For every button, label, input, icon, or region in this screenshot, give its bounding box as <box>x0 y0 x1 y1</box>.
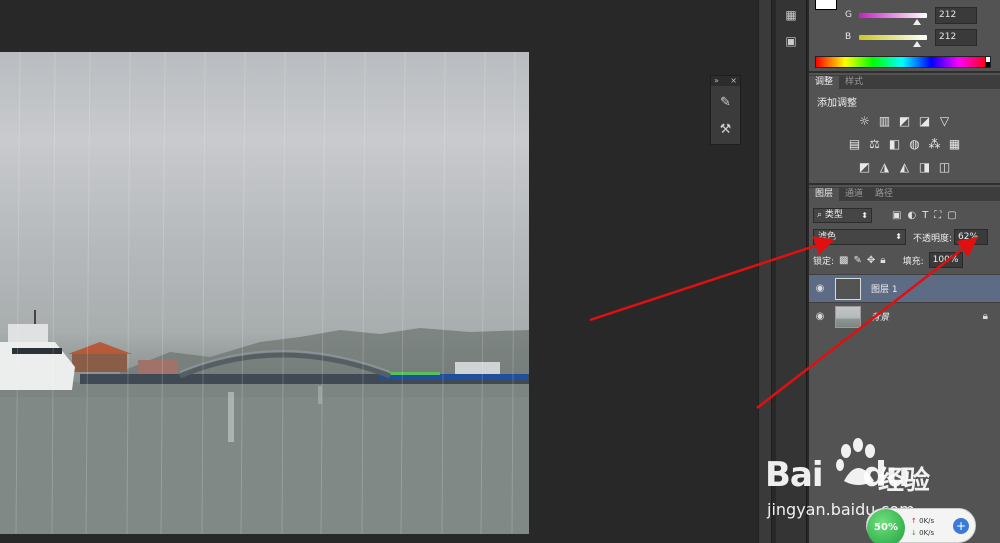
color-lookup-icon[interactable]: ▦ <box>946 136 963 152</box>
threshold-icon[interactable]: ◭ <box>896 159 913 175</box>
lock-fill-row: 锁定: ▩ ✎ ✥ 🔒︎ 填充: 100% <box>813 252 963 268</box>
tool-presets-icon[interactable]: ⚒ <box>715 118 737 140</box>
lock-label: 锁定: <box>813 256 835 267</box>
exposure-icon[interactable]: ◪ <box>916 113 933 129</box>
lock-position-icon[interactable]: ✥ <box>867 255 875 266</box>
chevron-down-icon: ⬍ <box>895 232 902 241</box>
color-balance-icon[interactable]: ⚖ <box>866 136 883 152</box>
adjustment-icons-row-1: ☼ ▥ ◩ ◪ ▽ <box>809 113 1000 129</box>
panel-dock-icon[interactable]: ▦ <box>780 4 802 26</box>
tab-channels[interactable]: 通道 <box>839 188 869 201</box>
layer-row-layer1[interactable]: ◉ 图层 1 <box>809 274 1000 302</box>
color-spectrum-bar[interactable] <box>815 56 989 68</box>
hue-saturation-icon[interactable]: ▤ <box>846 136 863 152</box>
layer-thumbnail <box>835 305 861 328</box>
harbor-photo <box>0 52 529 534</box>
download-arrow-icon: ↓ <box>911 529 917 537</box>
mini-panel-header: » × <box>711 76 740 86</box>
brand-text: Bai <box>765 455 824 495</box>
upload-speed: 0K/s <box>919 517 935 525</box>
fill-input[interactable]: 100% <box>928 252 963 268</box>
upload-arrow-icon: ↑ <box>911 517 917 525</box>
vibrance-icon[interactable]: ▽ <box>936 113 953 129</box>
g-value-input[interactable]: 212 <box>935 6 977 24</box>
shape-filter-icon[interactable]: ⛶ <box>934 210 941 221</box>
photoshop-window: » × ✎ ⚒ ▦ ▣ G 212 B 212 调整 样式 添加调整 ☼ ▥ ◩… <box>0 0 1000 543</box>
b-slider-thumb[interactable] <box>913 40 921 47</box>
chevron-down-icon: ⬍ <box>861 210 868 220</box>
floating-tool-panel: » × ✎ ⚒ <box>710 75 741 145</box>
layer-name: 图层 1 <box>871 285 898 295</box>
lock-transparency-icon[interactable]: ▩ <box>839 255 848 266</box>
black-white-swatch[interactable] <box>985 56 991 68</box>
blend-mode-value: 滤色 <box>818 232 837 242</box>
curves-icon[interactable]: ◩ <box>896 113 913 129</box>
baidu-jingyan-text: 经验 <box>878 466 931 496</box>
eye-icon[interactable]: ◉ <box>809 283 831 294</box>
layer-name: 背景 <box>871 313 890 323</box>
photo-filter-icon[interactable]: ◍ <box>906 136 923 152</box>
document-canvas[interactable] <box>0 52 529 534</box>
adjustments-panel: 调整 样式 添加调整 ☼ ▥ ◩ ◪ ▽ ▤ ⚖ ◧ ◍ ⁂ ▦ ◩ ◮ ◭ ◨… <box>809 75 1000 185</box>
kind-filter-value: 类型 <box>824 209 843 220</box>
foreground-color-swatch[interactable] <box>815 0 837 10</box>
black-white-icon[interactable]: ◧ <box>886 136 903 152</box>
color-panel: G 212 B 212 <box>809 0 1000 73</box>
lock-all-icon[interactable]: 🔒︎ <box>880 255 885 266</box>
adjustments-tabbar: 调整 样式 <box>809 75 1000 89</box>
channel-mixer-icon[interactable]: ⁂ <box>926 136 943 152</box>
b-slider-row: B 212 <box>845 28 977 47</box>
add-adjustment-title: 添加调整 <box>817 98 857 109</box>
selective-color-icon[interactable]: ◨ <box>916 159 933 175</box>
adjustment-filter-icon[interactable]: ◐ <box>907 210 916 221</box>
layer-row-background[interactable]: ◉ 背景 🔒︎ <box>809 302 1000 330</box>
blend-opacity-row: 滤色 ⬍ 不透明度: 62% <box>813 229 989 245</box>
b-label: B <box>845 32 852 42</box>
histogram-dock-icon[interactable]: ▣ <box>780 30 802 52</box>
g-slider[interactable] <box>859 12 927 25</box>
adjustment-icons-row-3: ◩ ◮ ◭ ◨ ◫ <box>809 159 1000 175</box>
gradient-map-icon[interactable]: ◫ <box>936 159 953 175</box>
adjustment-icons-row-2: ▤ ⚖ ◧ ◍ ⁂ ▦ <box>809 136 1000 152</box>
g-slider-row: G 212 <box>845 6 977 25</box>
lock-icon: 🔒︎ <box>982 311 988 322</box>
tab-layers[interactable]: 图层 <box>809 188 840 201</box>
speed-percent: 50% <box>867 509 905 543</box>
type-filter-icon[interactable]: T <box>922 210 928 221</box>
download-speed: 0K/s <box>919 529 935 537</box>
brightness-contrast-icon[interactable]: ☼ <box>856 113 873 129</box>
b-slider[interactable] <box>859 34 927 47</box>
plus-icon[interactable]: + <box>953 518 969 534</box>
opacity-label: 不透明度: <box>913 233 953 244</box>
baidu-paw-icon <box>836 438 875 485</box>
tab-styles[interactable]: 样式 <box>839 76 869 89</box>
network-speed-widget[interactable]: 50% ↑ 0K/s ↓ 0K/s + <box>866 508 976 543</box>
fill-label: 填充: <box>902 256 924 267</box>
lock-brush-icon[interactable]: ✎ <box>854 255 862 266</box>
eye-icon[interactable]: ◉ <box>809 311 831 322</box>
opacity-input[interactable]: 62% <box>954 229 989 245</box>
layer-thumbnail <box>835 277 861 300</box>
g-label: G <box>845 10 852 20</box>
g-slider-thumb[interactable] <box>913 18 921 25</box>
brush-tool-icon[interactable]: ✎ <box>715 91 737 113</box>
layer-kind-filter[interactable]: ⌕ 类型 ⬍ <box>813 207 872 223</box>
layer-filter-row: ⌕ 类型 ⬍ ▣ ◐ T ⛶ ▢ <box>809 205 1000 225</box>
tab-adjustments[interactable]: 调整 <box>809 76 840 89</box>
speed-values: ↑ 0K/s ↓ 0K/s <box>911 515 934 539</box>
levels-icon[interactable]: ▥ <box>876 113 893 129</box>
invert-icon[interactable]: ◩ <box>856 159 873 175</box>
layers-tabbar: 图层 通道 路径 <box>809 187 1000 201</box>
filter-icons: ▣ ◐ T ⛶ ▢ <box>892 210 957 221</box>
close-icon[interactable]: × <box>730 77 737 85</box>
collapse-icon[interactable]: » <box>714 77 719 85</box>
b-value-input[interactable]: 212 <box>935 28 977 46</box>
posterize-icon[interactable]: ◮ <box>876 159 893 175</box>
tab-paths[interactable]: 路径 <box>869 188 899 201</box>
blend-mode-select[interactable]: 滤色 ⬍ <box>813 229 906 245</box>
pixel-filter-icon[interactable]: ▣ <box>892 210 901 221</box>
smart-object-filter-icon[interactable]: ▢ <box>947 210 956 221</box>
